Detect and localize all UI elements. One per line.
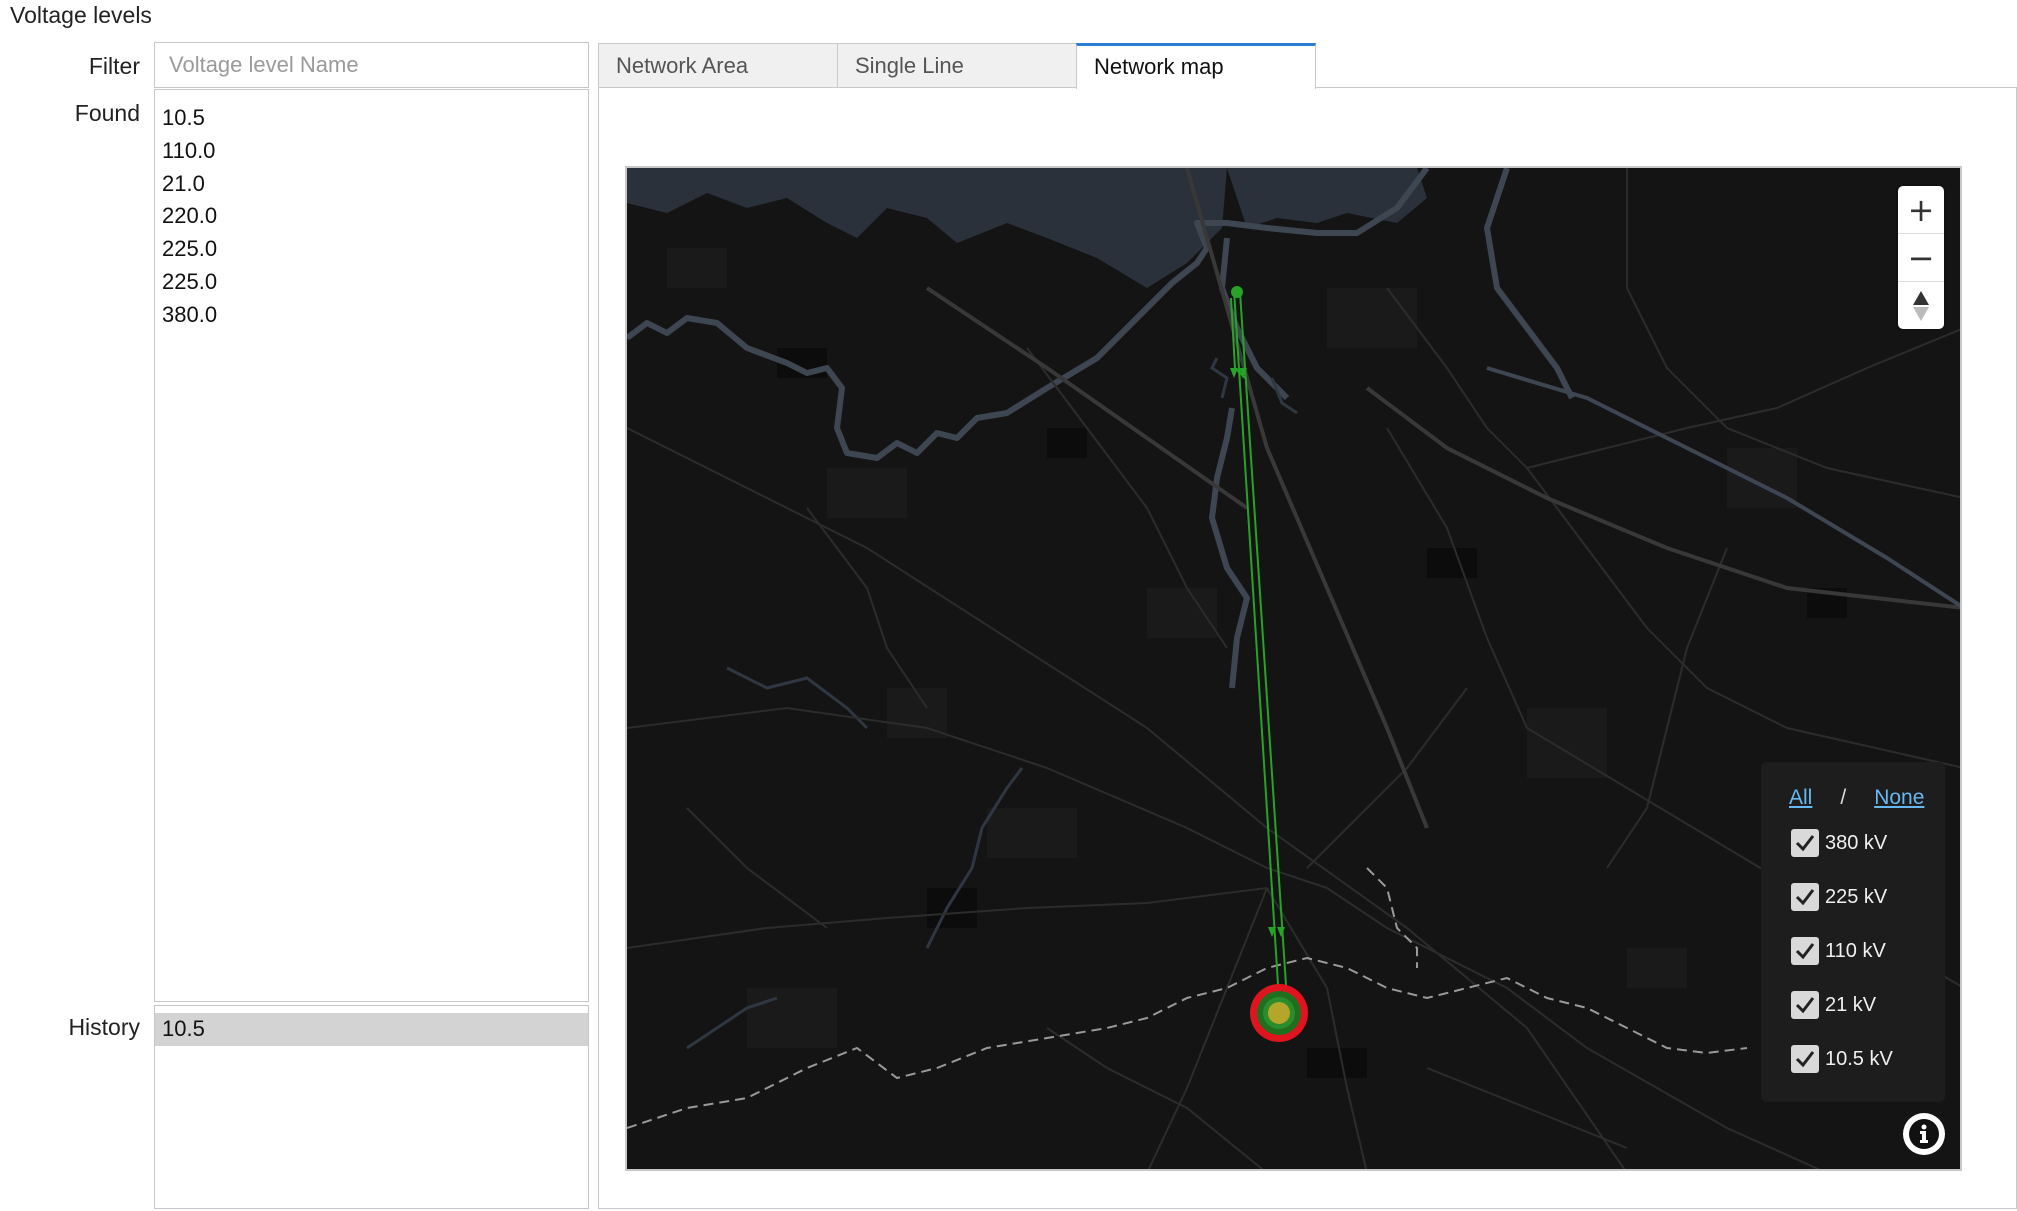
- zoom-out-button[interactable]: −: [1898, 234, 1944, 282]
- legend-item-10-5kv[interactable]: 10.5 kV: [1761, 1032, 1945, 1086]
- checkbox-225kv[interactable]: [1791, 883, 1819, 911]
- network-map[interactable]: + − All / None 380 kV 225 kV 110 kV 21 k…: [625, 166, 1962, 1171]
- list-item[interactable]: 225.0: [155, 233, 588, 266]
- checkbox-380kv[interactable]: [1791, 829, 1819, 857]
- list-item[interactable]: 380.0: [155, 299, 588, 332]
- legend-item-21kv[interactable]: 21 kV: [1761, 978, 1945, 1032]
- history-list[interactable]: 10.5: [154, 1005, 589, 1209]
- info-button[interactable]: [1903, 1113, 1945, 1155]
- list-item[interactable]: 220.0: [155, 200, 588, 233]
- checkbox-110kv[interactable]: [1791, 937, 1819, 965]
- reset-north-button[interactable]: [1898, 282, 1944, 329]
- tab-network-area[interactable]: Network Area: [598, 43, 838, 88]
- legend-links: All / None: [1761, 780, 1945, 816]
- legend-label: 21 kV: [1825, 993, 1877, 1016]
- check-icon: [1795, 997, 1815, 1014]
- voltage-legend: All / None 380 kV 225 kV 110 kV 21 kV 10…: [1761, 762, 1945, 1102]
- tab-single-line[interactable]: Single Line: [837, 43, 1077, 88]
- check-icon: [1795, 1051, 1815, 1068]
- zoom-in-button[interactable]: +: [1898, 186, 1944, 234]
- tab-bar: Network Area Single Line Network map: [598, 43, 1316, 89]
- legend-select-none-link[interactable]: None: [1874, 786, 1924, 810]
- list-item[interactable]: 110.0: [155, 135, 588, 168]
- list-item[interactable]: 21.0: [155, 168, 588, 201]
- checkbox-21kv[interactable]: [1791, 991, 1819, 1019]
- legend-label: 225 kV: [1825, 885, 1888, 908]
- legend-item-225kv[interactable]: 225 kV: [1761, 870, 1945, 924]
- filter-label: Filter: [88, 53, 140, 79]
- found-list[interactable]: 10.5 110.0 21.0 220.0 225.0 225.0 380.0: [154, 89, 589, 1002]
- legend-label: 110 kV: [1825, 939, 1886, 962]
- legend-item-380kv[interactable]: 380 kV: [1761, 816, 1945, 870]
- legend-select-all-link[interactable]: All: [1789, 786, 1812, 810]
- legend-item-110kv[interactable]: 110 kV: [1761, 924, 1945, 978]
- found-label: Found: [74, 100, 140, 126]
- check-icon: [1795, 835, 1815, 852]
- voltage-levels-title: Voltage levels: [10, 2, 152, 28]
- legend-label: 380 kV: [1825, 831, 1888, 854]
- checkbox-10-5kv[interactable]: [1791, 1045, 1819, 1073]
- list-item[interactable]: 225.0: [155, 266, 588, 299]
- history-label: History: [68, 1014, 140, 1040]
- info-icon: [1909, 1119, 1939, 1149]
- tab-network-map[interactable]: Network map: [1076, 43, 1316, 89]
- legend-label: 10.5 kV: [1825, 1047, 1893, 1070]
- history-item-selected[interactable]: 10.5: [155, 1013, 588, 1046]
- list-item[interactable]: 10.5: [155, 102, 588, 135]
- check-icon: [1795, 943, 1815, 960]
- map-zoom-controls: + −: [1898, 186, 1944, 329]
- north-arrow-icon: [1913, 290, 1929, 321]
- legend-separator: /: [1840, 786, 1847, 809]
- check-icon: [1795, 889, 1815, 906]
- filter-input[interactable]: [154, 42, 589, 88]
